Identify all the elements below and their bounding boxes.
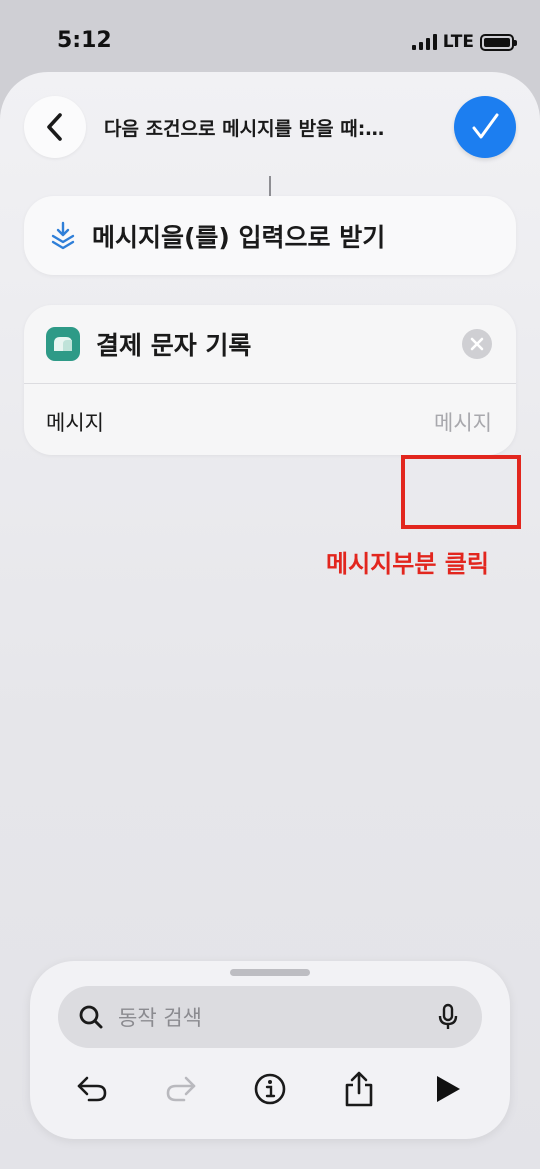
status-time: 5:12	[57, 28, 112, 53]
redo-button[interactable]	[158, 1066, 204, 1112]
status-indicators: LTE	[411, 32, 517, 52]
chevron-left-icon	[47, 113, 62, 141]
layers-icon	[51, 221, 75, 249]
message-parameter-field[interactable]: 메시지	[434, 407, 492, 437]
app-icon	[46, 327, 80, 361]
status-bar: 5:12 LTE	[0, 0, 540, 80]
input-action-label: 메시지을(를) 입력으로 받기	[92, 222, 386, 252]
battery-icon	[480, 33, 517, 51]
microphone-icon[interactable]	[438, 1003, 458, 1031]
info-button[interactable]	[247, 1066, 293, 1112]
annotation-text: 메시지부분 클릭	[326, 550, 489, 578]
share-icon	[345, 1071, 373, 1107]
page-title[interactable]: 다음 조건으로 메시지를 받을 때:…	[104, 114, 434, 141]
action-title: 결제 문자 기록	[96, 331, 252, 360]
undo-button[interactable]	[69, 1066, 115, 1112]
highlight-box	[401, 455, 521, 529]
redo-icon	[166, 1076, 196, 1102]
back-button[interactable]	[24, 96, 86, 158]
action-panel: 동작 검색	[30, 961, 510, 1139]
editor-toolbar	[30, 1066, 510, 1112]
parameter-label: 메시지	[46, 411, 104, 435]
search-icon	[79, 1005, 103, 1029]
remove-action-button[interactable]	[462, 329, 492, 359]
play-icon	[437, 1076, 460, 1102]
done-button[interactable]	[454, 96, 516, 158]
action-header: 결제 문자 기록	[24, 305, 516, 383]
run-button[interactable]	[425, 1066, 471, 1112]
search-input[interactable]: 동작 검색	[58, 986, 482, 1048]
close-icon	[470, 337, 484, 351]
signal-icon	[411, 34, 437, 50]
sheet-grabber[interactable]	[230, 969, 310, 976]
flow-connector	[269, 176, 271, 198]
checkmark-icon	[472, 113, 499, 139]
info-icon	[254, 1073, 286, 1105]
search-placeholder: 동작 검색	[118, 1006, 202, 1030]
network-label: LTE	[442, 32, 474, 52]
share-button[interactable]	[336, 1066, 382, 1112]
undo-icon	[77, 1076, 107, 1102]
divider	[24, 383, 516, 384]
screen: 5:12 LTE 다음 조건으로 메시지를 받을 때:… 메시지을(를) 입력으…	[0, 0, 540, 1169]
input-action-card[interactable]: 메시지을(를) 입력으로 받기	[24, 196, 516, 275]
run-shortcut-action-card[interactable]: 결제 문자 기록 메시지 메시지	[24, 305, 516, 455]
